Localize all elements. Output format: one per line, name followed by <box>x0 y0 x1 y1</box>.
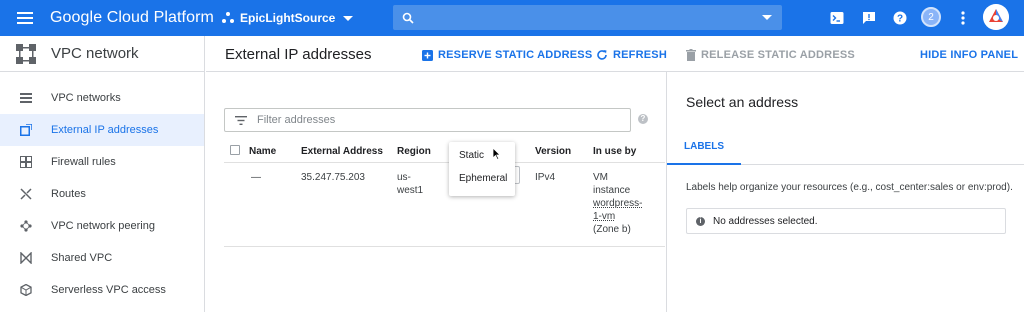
row-select-cell <box>224 162 249 247</box>
column-header-name[interactable]: Name <box>249 142 301 163</box>
table-header-row: Name External Address Region Version In … <box>224 142 665 163</box>
dropdown-option-ephemeral[interactable]: Ephemeral <box>449 169 515 188</box>
tab-labels[interactable]: LABELS <box>667 128 741 165</box>
sidebar-item-label: VPC network peering <box>51 220 155 232</box>
column-header-in-use-by[interactable]: In use by <box>593 142 665 163</box>
sidebar-header: VPC network <box>0 36 204 72</box>
feedback-icon[interactable] <box>860 9 878 27</box>
help-circle-icon[interactable]: ? <box>638 114 648 124</box>
delete-icon <box>686 49 696 61</box>
sidebar-item-serverless-vpc-access[interactable]: Serverless VPC access <box>0 274 204 306</box>
column-header-version[interactable]: Version <box>535 142 593 163</box>
sidebar-item-label: External IP addresses <box>51 124 159 136</box>
select-all-checkbox[interactable] <box>230 145 240 156</box>
routes-icon <box>19 187 33 201</box>
app-brand[interactable]: Google Cloud Platform <box>50 9 222 27</box>
cloud-shell-icon[interactable] <box>828 9 846 27</box>
serverless-icon <box>19 283 33 297</box>
vm-instance-link[interactable]: wordpress- <box>593 197 665 210</box>
info-panel-tabs: LABELS <box>667 128 1024 165</box>
peering-icon <box>19 219 33 233</box>
project-selector[interactable]: EpicLightSource <box>222 11 392 25</box>
cell-in-use-by: VM instance wordpress- 1-vm (Zone b) <box>593 162 665 247</box>
sidebar-item-label: Routes <box>51 188 86 200</box>
top-app-bar: Google Cloud Platform EpicLightSource ? … <box>0 0 1024 36</box>
empty-selection-message: No addresses selected. <box>713 215 818 227</box>
sidebar-item-firewall-rules[interactable]: Firewall rules <box>0 146 204 178</box>
sidebar-item-label: VPC networks <box>51 92 121 104</box>
select-all-cell <box>224 142 249 163</box>
type-dropdown-menu: Static Ephemeral <box>449 142 515 196</box>
sidebar: VPC network VPC networks External IP add… <box>0 36 205 312</box>
cell-name: — <box>249 162 301 247</box>
firewall-icon <box>19 155 33 169</box>
sidebar-item-vpc-network-peering[interactable]: VPC network peering <box>0 210 204 242</box>
hide-info-panel-button[interactable]: HIDE INFO PANEL <box>920 49 1018 61</box>
cell-version: IPv4 <box>535 162 593 247</box>
project-name: EpicLightSource <box>240 11 336 25</box>
account-avatar[interactable] <box>983 4 1009 30</box>
filter-icon <box>225 115 257 125</box>
labels-description: Labels help organize your resources (e.g… <box>686 182 1013 193</box>
search-dropdown-icon[interactable] <box>762 15 772 20</box>
dropdown-option-static[interactable]: Static <box>449 146 515 165</box>
chevron-down-icon <box>343 15 354 21</box>
search-input[interactable] <box>393 5 782 30</box>
notifications-badge[interactable]: 2 <box>921 7 941 27</box>
sidebar-item-routes[interactable]: Routes <box>0 178 204 210</box>
sidebar-item-external-ip-addresses[interactable]: External IP addresses <box>0 114 204 146</box>
main-content: Filter addresses ? Name External Address… <box>206 36 666 312</box>
vpc-networks-icon <box>19 91 33 105</box>
release-static-address-button[interactable]: RELEASE STATIC ADDRESS <box>686 49 855 61</box>
table-row[interactable]: — 35.247.75.203 us-west1 IPv4 VM instanc… <box>224 162 665 247</box>
addresses-table: Name External Address Region Version In … <box>224 142 665 247</box>
menu-icon[interactable] <box>0 0 50 36</box>
external-ip-icon <box>19 123 33 137</box>
vm-instance-link-continued[interactable]: 1-vm <box>593 210 665 223</box>
cell-external-address: 35.247.75.203 <box>301 162 397 247</box>
sidebar-item-vpc-networks[interactable]: VPC networks <box>0 82 204 114</box>
info-panel-title: Select an address <box>686 94 799 110</box>
empty-selection-notice: i No addresses selected. <box>686 208 1006 234</box>
project-dots-icon <box>222 12 234 24</box>
column-header-external-address[interactable]: External Address <box>301 142 397 163</box>
mouse-cursor-icon <box>492 147 501 165</box>
sidebar-item-label: Serverless VPC access <box>51 284 166 296</box>
more-vert-icon[interactable] <box>954 9 972 27</box>
sidebar-item-label: Firewall rules <box>51 156 116 168</box>
shared-vpc-icon <box>19 251 33 265</box>
sidebar-item-shared-vpc[interactable]: Shared VPC <box>0 242 204 274</box>
help-icon[interactable]: ? <box>891 9 909 27</box>
filter-input[interactable]: Filter addresses <box>224 108 631 132</box>
search-icon <box>393 12 423 24</box>
filter-placeholder: Filter addresses <box>257 114 336 126</box>
vpc-network-icon <box>14 42 38 66</box>
sidebar-item-label: Shared VPC <box>51 252 113 264</box>
info-icon: i <box>696 216 705 226</box>
sidebar-title: VPC network <box>51 45 139 62</box>
info-panel: Select an address LABELS Labels help org… <box>666 72 1024 312</box>
svg-text:?: ? <box>897 14 903 25</box>
